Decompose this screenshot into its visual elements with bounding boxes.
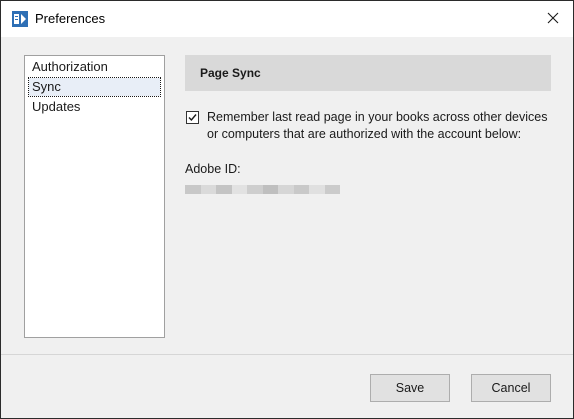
category-list: Authorization Sync Updates (24, 55, 165, 338)
preferences-dialog: Preferences Authorization Sync Updates P… (0, 0, 574, 419)
close-icon (547, 12, 559, 27)
category-item-updates[interactable]: Updates (29, 98, 160, 116)
remember-page-checkbox[interactable] (186, 111, 199, 124)
cancel-button[interactable]: Cancel (471, 374, 551, 402)
save-button[interactable]: Save (370, 374, 450, 402)
footer-divider (1, 354, 573, 355)
window-title: Preferences (35, 11, 106, 26)
app-logo-icon (12, 11, 28, 27)
title-bar: Preferences (1, 1, 573, 37)
category-item-sync[interactable]: Sync (28, 77, 161, 97)
remember-page-label: Remember last read page in your books ac… (207, 110, 548, 141)
section-header: Page Sync (185, 55, 551, 91)
adobe-id-value-redacted (185, 185, 340, 194)
section-title: Page Sync (200, 66, 261, 80)
adobe-id-label: Adobe ID: (185, 162, 241, 176)
category-item-authorization[interactable]: Authorization (29, 58, 160, 76)
close-button[interactable] (539, 5, 567, 33)
